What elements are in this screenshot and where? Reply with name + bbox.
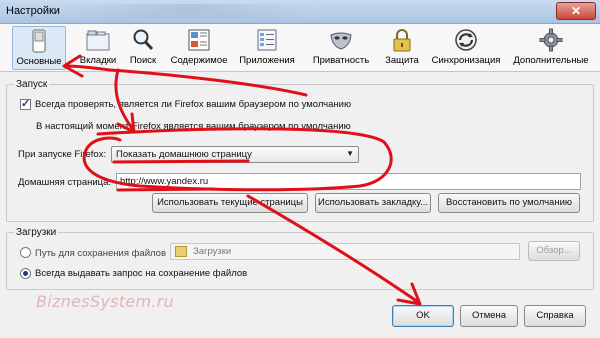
dropdown-arrow-icon: ▼ (346, 149, 354, 158)
tab-applications-label: Приложения (239, 55, 295, 66)
magnifier-icon (130, 27, 156, 53)
blurred-background-tabs (60, 4, 320, 18)
homepage-label: Домашняя страница: (18, 177, 112, 188)
save-path-field[interactable]: Загрузки (170, 243, 520, 260)
help-button[interactable]: Справка (524, 305, 586, 327)
applications-icon (254, 27, 280, 53)
tab-search-label: Поиск (129, 55, 157, 66)
downloads-group-label: Загрузки (14, 227, 59, 238)
tab-search[interactable]: Поиск (124, 26, 162, 70)
downloads-group (6, 232, 594, 290)
on-start-select[interactable]: Показать домашнюю страницу ▼ (111, 146, 359, 163)
tab-tabs[interactable]: Вкладки (76, 26, 120, 70)
homepage-value: http://www.yandex.ru (120, 176, 209, 187)
tab-general-label: Основные (16, 56, 62, 67)
startup-group-label: Запуск (14, 79, 50, 90)
on-start-value: Показать домашнюю страницу (116, 149, 252, 160)
close-button[interactable]: ✕ (556, 2, 596, 20)
gear-icon (538, 27, 564, 53)
on-start-label: При запуске Firefox: (18, 149, 107, 160)
tab-advanced[interactable]: Дополнительные (512, 26, 590, 70)
browse-button[interactable]: Обзор... (528, 241, 580, 261)
preferences-toolbar: Основные Вкладки Поиск Содержимое Прилож… (0, 24, 600, 72)
ok-button[interactable]: OK (392, 305, 454, 327)
tabs-icon (85, 27, 111, 53)
use-current-pages-button[interactable]: Использовать текущие страницы (152, 193, 308, 213)
lock-icon (389, 27, 415, 53)
content-icon (186, 27, 212, 53)
folder-icon (175, 246, 187, 257)
tab-tabs-label: Вкладки (79, 55, 117, 66)
default-browser-checkbox[interactable] (20, 97, 31, 110)
title-bar[interactable]: Настройки ✕ (0, 0, 600, 24)
tab-applications[interactable]: Приложения (236, 26, 298, 70)
tab-security[interactable]: Защита (380, 26, 424, 70)
always-ask-radio[interactable] (20, 268, 31, 279)
tab-general[interactable]: Основные (12, 26, 66, 70)
restore-default-button[interactable]: Восстановить по умолчанию (438, 193, 580, 213)
window-title: Настройки (6, 5, 60, 17)
tab-content[interactable]: Содержимое (168, 26, 230, 70)
save-path-radio[interactable] (20, 247, 31, 258)
tab-sync[interactable]: Синхронизация (430, 26, 502, 70)
cancel-button[interactable]: Отмена (460, 305, 518, 327)
privacy-mask-icon (328, 27, 354, 53)
default-browser-check-label: Всегда проверять, является ли Firefox ва… (35, 99, 352, 110)
tab-privacy-label: Приватность (312, 55, 370, 66)
default-browser-status: В настоящий момент Firefox является ваши… (36, 121, 351, 132)
use-bookmark-button[interactable]: Использовать закладку... (315, 193, 431, 213)
always-ask-label: Всегда выдавать запрос на сохранение фай… (35, 268, 248, 279)
tab-sync-label: Синхронизация (431, 55, 501, 66)
homepage-input[interactable]: http://www.yandex.ru (116, 173, 581, 190)
sync-icon (453, 27, 479, 53)
save-path-value: Загрузки (193, 246, 232, 257)
tab-security-label: Защита (385, 55, 419, 66)
switch-icon (26, 28, 52, 54)
tab-advanced-label: Дополнительные (513, 55, 589, 66)
tab-privacy[interactable]: Приватность (310, 26, 372, 70)
save-path-label: Путь для сохранения файлов (35, 248, 166, 259)
settings-window: Настройки ✕ Основные Вкладки Поиск Содер… (0, 0, 600, 338)
watermark: BiznesSystem.ru (36, 292, 175, 311)
tab-content-label: Содержимое (170, 55, 228, 66)
